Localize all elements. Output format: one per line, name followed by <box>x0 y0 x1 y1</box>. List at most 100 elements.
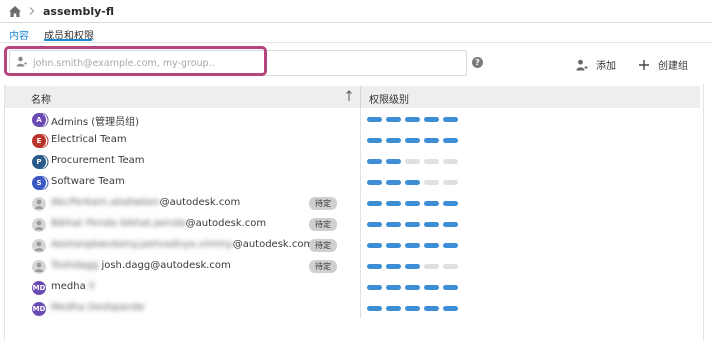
permission-level-segment[interactable] <box>405 306 420 311</box>
permission-level-segment[interactable] <box>367 159 382 164</box>
permission-level-segment[interactable] <box>424 159 439 164</box>
column-divider <box>360 86 361 108</box>
permission-level-segment[interactable] <box>386 222 401 227</box>
permission-level-segment[interactable] <box>386 117 401 122</box>
member-name-text: Software Team <box>51 176 125 187</box>
permission-level-segment[interactable] <box>424 222 439 227</box>
permission-level-selector[interactable] <box>367 222 462 227</box>
permission-level-segment[interactable] <box>386 201 401 206</box>
permission-level-segment[interactable] <box>367 243 382 248</box>
permission-level-segment[interactable] <box>386 180 401 185</box>
permission-level-segment[interactable] <box>386 306 401 311</box>
permission-level-segment[interactable] <box>405 285 420 290</box>
member-name: Toshdagg josh.dagg@autodesk.com <box>51 260 231 271</box>
chevron-right-icon <box>27 6 37 16</box>
avatar-initials: MD <box>32 284 46 292</box>
permission-level-segment[interactable] <box>386 138 401 143</box>
permission-level-selector[interactable] <box>367 243 462 248</box>
permission-level-segment[interactable] <box>424 264 439 269</box>
permission-level-selector[interactable] <box>367 264 462 269</box>
permission-level-selector[interactable] <box>367 180 462 185</box>
permission-level-segment[interactable] <box>367 180 382 185</box>
add-user-icon <box>576 59 588 71</box>
permission-level-segment[interactable] <box>443 285 458 290</box>
permission-level-segment[interactable] <box>443 222 458 227</box>
permission-level-segment[interactable] <box>405 222 420 227</box>
breadcrumb: assembly-fl <box>0 0 712 22</box>
permission-level-selector[interactable] <box>367 117 462 122</box>
table-row[interactable]: Bikhat Penda bikhat.penda@autodesk.com 待定 <box>5 214 700 235</box>
table-row[interactable]: E Electrical Team <box>5 130 700 151</box>
permission-level-segment[interactable] <box>424 180 439 185</box>
permission-level-segment[interactable] <box>405 159 420 164</box>
permission-level-segment[interactable] <box>367 306 382 311</box>
permission-level-segment[interactable] <box>424 117 439 122</box>
divider <box>0 22 712 23</box>
tab-bar: 内容 成员和权限 <box>0 24 712 42</box>
permission-level-segment[interactable] <box>443 201 458 206</box>
column-header-permission[interactable]: 权限级别 <box>369 91 409 106</box>
table-row[interactable]: MD Medha Deshpande <box>5 298 700 319</box>
redacted-text: Aeetanpbwvbeny.jaetvadnya.vimmy <box>51 239 233 250</box>
redacted-text: Bikhat Penda bikhat.penda <box>51 218 186 229</box>
add-member-button[interactable]: 添加 <box>576 57 616 72</box>
redacted-text: ll <box>88 281 95 292</box>
user-placeholder-icon <box>32 239 46 253</box>
permission-level-segment[interactable] <box>443 138 458 143</box>
table-row[interactable]: MD medha ll <box>5 277 700 298</box>
create-group-button[interactable]: 创建组 <box>638 57 688 72</box>
permission-level-segment[interactable] <box>443 159 458 164</box>
table-row[interactable]: AbcPerkam.alsdiwken@autodesk.com 待定 <box>5 193 700 214</box>
permission-level-segment[interactable] <box>386 285 401 290</box>
member-name: Bikhat Penda bikhat.penda@autodesk.com <box>51 218 266 229</box>
table-row[interactable]: Aeetanpbwvbeny.jaetvadnya.vimmy@autodesk… <box>5 235 700 256</box>
permission-level-selector[interactable] <box>367 306 462 311</box>
permission-level-segment[interactable] <box>367 138 382 143</box>
permission-level-segment[interactable] <box>405 117 420 122</box>
permission-level-selector[interactable] <box>367 138 462 143</box>
permission-level-segment[interactable] <box>367 264 382 269</box>
permission-level-segment[interactable] <box>367 201 382 206</box>
permission-level-segment[interactable] <box>367 117 382 122</box>
permission-level-segment[interactable] <box>405 264 420 269</box>
help-icon[interactable]: ? <box>472 57 483 68</box>
permission-level-segment[interactable] <box>443 180 458 185</box>
member-name: Medha Deshpande <box>51 302 145 313</box>
permission-level-segment[interactable] <box>443 117 458 122</box>
table-row[interactable]: Toshdagg josh.dagg@autodesk.com 待定 <box>5 256 700 277</box>
column-header-name[interactable]: 名称 <box>31 91 51 106</box>
user-avatar: MD <box>32 281 46 295</box>
permission-level-segment[interactable] <box>367 222 382 227</box>
permission-level-segment[interactable] <box>424 243 439 248</box>
member-name-text: medha <box>51 281 86 292</box>
permission-level-selector[interactable] <box>367 285 462 290</box>
permission-level-selector[interactable] <box>367 201 462 206</box>
permission-level-segment[interactable] <box>443 243 458 248</box>
permission-level-segment[interactable] <box>424 285 439 290</box>
permission-level-segment[interactable] <box>405 138 420 143</box>
permission-level-selector[interactable] <box>367 159 462 164</box>
add-member-label: 添加 <box>596 61 616 72</box>
member-name: Electrical Team <box>51 134 127 145</box>
permission-level-segment[interactable] <box>386 264 401 269</box>
permission-level-segment[interactable] <box>405 201 420 206</box>
permission-level-segment[interactable] <box>386 159 401 164</box>
redacted-text: Medha Deshpande <box>51 302 145 313</box>
permission-level-segment[interactable] <box>443 264 458 269</box>
table-row[interactable]: P Procurement Team <box>5 151 700 172</box>
permission-level-segment[interactable] <box>443 306 458 311</box>
tab-content[interactable]: 内容 <box>9 27 29 42</box>
permission-level-segment[interactable] <box>386 243 401 248</box>
avatar-initials: P <box>36 158 42 166</box>
permission-level-segment[interactable] <box>405 180 420 185</box>
avatar-initials: A <box>36 116 42 124</box>
permission-level-segment[interactable] <box>424 306 439 311</box>
permission-level-segment[interactable] <box>367 285 382 290</box>
permission-level-segment[interactable] <box>424 201 439 206</box>
permission-level-segment[interactable] <box>405 243 420 248</box>
table-row[interactable]: S Software Team <box>5 172 700 193</box>
permission-level-segment[interactable] <box>424 138 439 143</box>
sort-ascending-icon[interactable] <box>345 89 353 103</box>
home-icon[interactable] <box>9 5 21 17</box>
table-row[interactable]: A Admins (管理员组) <box>5 109 700 130</box>
